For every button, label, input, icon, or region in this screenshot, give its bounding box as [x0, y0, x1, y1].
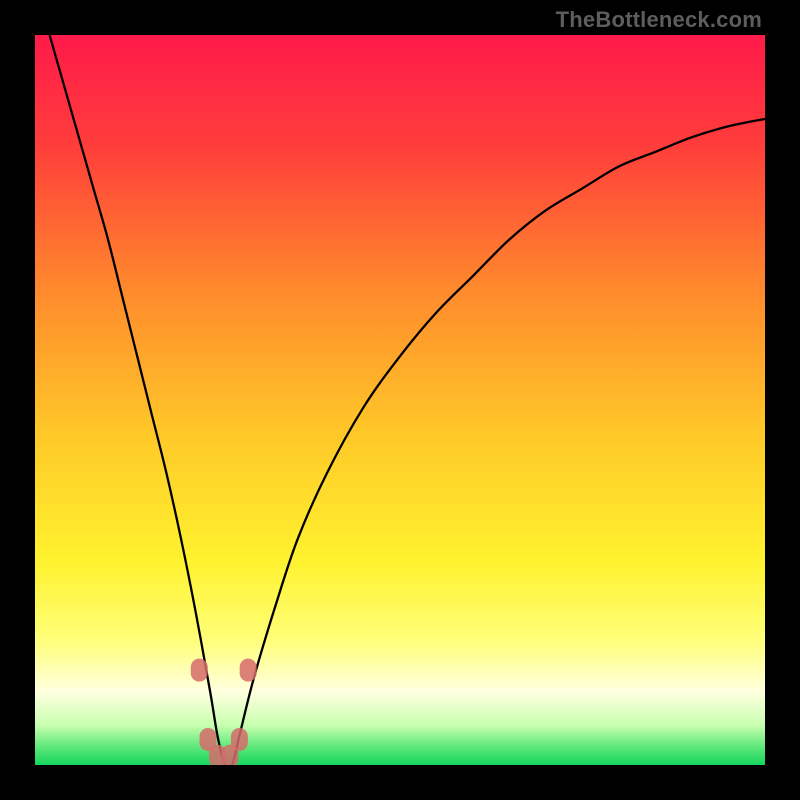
curve-markers: [191, 659, 257, 765]
curve-marker: [221, 745, 238, 765]
curve-layer: [35, 35, 765, 765]
watermark-text: TheBottleneck.com: [556, 7, 762, 33]
curve-marker: [240, 659, 257, 682]
chart-frame: TheBottleneck.com: [0, 0, 800, 800]
plot-area: [35, 35, 765, 765]
bottleneck-curve: [50, 35, 765, 765]
curve-marker: [191, 659, 208, 682]
